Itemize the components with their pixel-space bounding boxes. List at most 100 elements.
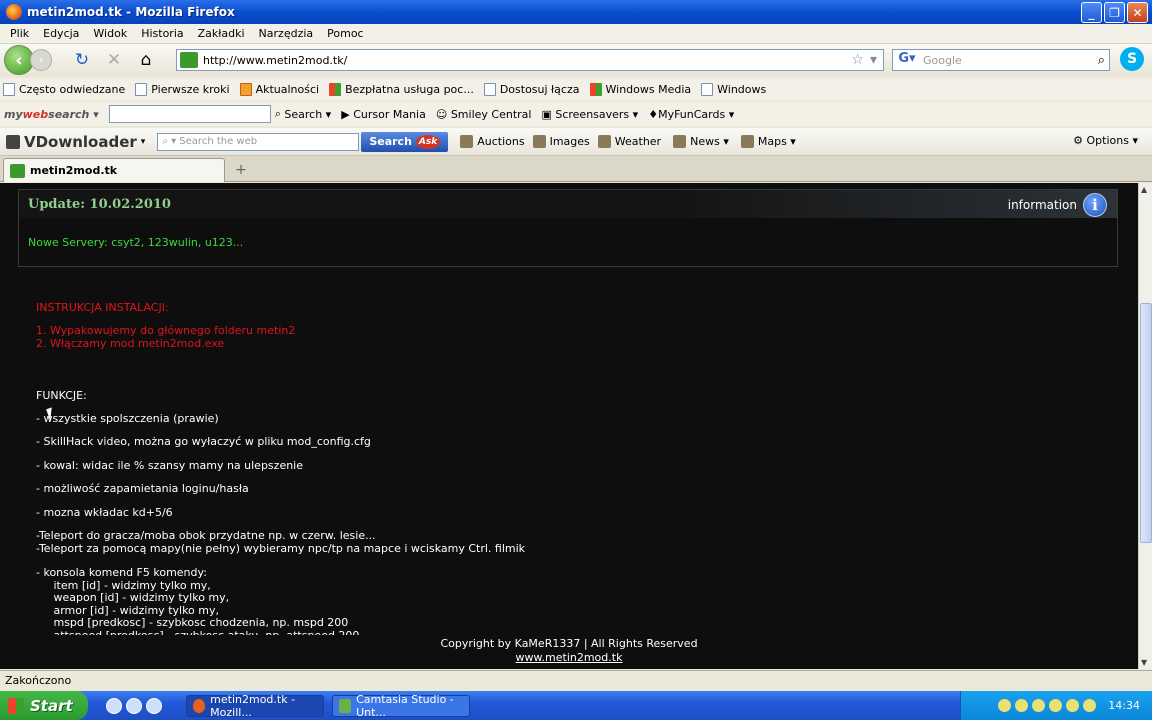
- bookmark-item[interactable]: Windows: [701, 82, 766, 96]
- search-bar[interactable]: G▾ Google ⌕: [892, 49, 1110, 71]
- function-item: mspd [predkosc] - szybkosc chodzenia, np…: [36, 616, 349, 629]
- images-button[interactable]: Images: [532, 135, 590, 148]
- url-input[interactable]: http://www.metin2mod.tk/: [203, 54, 851, 67]
- new-tab-button[interactable]: +: [230, 160, 252, 180]
- status-bar: Zakończono: [0, 670, 1152, 690]
- menu-pomoc[interactable]: Pomoc: [320, 27, 370, 40]
- tray-icon[interactable]: [998, 699, 1012, 712]
- scroll-down-arrow[interactable]: ▼: [1141, 658, 1147, 667]
- page-icon: [483, 82, 496, 96]
- vdownloader-search-input[interactable]: ⌕ ▾ Search the web: [157, 132, 360, 151]
- weather-button[interactable]: Weather: [597, 135, 661, 148]
- tray-icon[interactable]: [1049, 699, 1063, 712]
- ask-icon: Ask: [415, 134, 441, 149]
- function-item: - SkillHack video, można go wyłaczyć w p…: [36, 435, 371, 448]
- taskbar-item-camtasia[interactable]: Camtasia Studio - Unt...: [332, 693, 470, 719]
- scrollbar-thumb[interactable]: [1140, 303, 1152, 543]
- page-content: Update: 10.02.2010 information i Nowe Se…: [0, 183, 1138, 669]
- page-footer: Copyright by KaMeR1337 | All Rights Rese…: [0, 637, 1138, 665]
- dropdown-arrow-icon[interactable]: ▾: [870, 52, 877, 68]
- quicklaunch-icon[interactable]: [146, 697, 162, 714]
- function-item: attspeed [predkosc] - szybkosc ataku, np…: [36, 629, 359, 635]
- quicklaunch-icon[interactable]: [106, 697, 122, 714]
- close-button[interactable]: ✕: [1127, 2, 1148, 23]
- status-text: Zakończono: [5, 674, 72, 687]
- screensavers-button[interactable]: ▣ Screensavers ▾: [541, 108, 638, 121]
- reload-icon[interactable]: ↻: [70, 48, 94, 72]
- bookmark-star-icon[interactable]: ☆: [851, 52, 864, 68]
- gear-icon: ⚙: [1073, 134, 1084, 147]
- google-icon[interactable]: G▾: [895, 51, 919, 69]
- mywebsearch-search-button[interactable]: ⌕ Search ▾: [275, 107, 332, 121]
- bookmark-item[interactable]: Bezpłatna usługa poc...: [329, 82, 474, 96]
- bookmark-item[interactable]: Aktualności: [239, 82, 319, 96]
- footer-link[interactable]: www.metin2mod.tk: [516, 651, 623, 664]
- taskbar-item-firefox[interactable]: metin2mod.tk - Mozill...: [186, 693, 324, 719]
- smiley-central-button[interactable]: ☺ Smiley Central: [436, 108, 532, 121]
- menu-zakladki[interactable]: Zakładki: [191, 27, 252, 40]
- auctions-button[interactable]: Auctions: [460, 135, 525, 148]
- firefox-icon: [6, 4, 22, 20]
- vdownloader-brand[interactable]: VDownloader: [24, 133, 137, 151]
- mywebsearch-logo: mywebsearch ▾: [4, 107, 99, 121]
- search-input[interactable]: Google: [923, 54, 1098, 67]
- function-item: - wszystkie spolszczenia (prawie): [36, 412, 219, 425]
- windows-icon: [589, 82, 602, 96]
- search-icon[interactable]: ⌕: [1098, 53, 1105, 68]
- tray-icon[interactable]: [1083, 699, 1097, 712]
- tab-metin2mod[interactable]: metin2mod.tk: [3, 158, 225, 182]
- news-button[interactable]: News ▾: [673, 135, 729, 148]
- menu-widok[interactable]: Widok: [86, 27, 134, 40]
- quicklaunch-icon[interactable]: [126, 697, 142, 714]
- info-icon: i: [1083, 193, 1107, 217]
- news-icon: [673, 135, 687, 148]
- url-bar[interactable]: http://www.metin2mod.tk/ ☆ ▾: [176, 49, 884, 71]
- forward-button[interactable]: ›: [30, 49, 52, 71]
- scroll-up-arrow[interactable]: ▲: [1141, 185, 1147, 194]
- stop-icon[interactable]: ✕: [102, 48, 126, 72]
- update-box: Update: 10.02.2010 information i Nowe Se…: [18, 189, 1118, 267]
- maximize-button[interactable]: ❐: [1104, 2, 1125, 23]
- tray-icon[interactable]: [1066, 699, 1080, 712]
- tab-bar: metin2mod.tk +: [0, 156, 1152, 182]
- menu-plik[interactable]: Plik: [3, 27, 36, 40]
- dropdown-arrow-icon[interactable]: ▾: [141, 137, 146, 147]
- tray-icon[interactable]: [1015, 699, 1029, 712]
- install-step: 1. Wypakowujemy do głównego folderu meti…: [36, 324, 296, 337]
- rss-icon: [239, 82, 252, 96]
- vdownloader-toolbar: VDownloader ▾ ⌕ ▾ Search the web Search A…: [0, 128, 1152, 156]
- bookmark-item[interactable]: Dostosuj łącza: [483, 82, 580, 96]
- vdownloader-search-button[interactable]: Search Ask: [361, 131, 449, 152]
- maps-button[interactable]: Maps ▾: [740, 135, 796, 148]
- vertical-scrollbar[interactable]: ▲ ▼: [1138, 183, 1152, 669]
- start-button[interactable]: Start: [0, 691, 88, 720]
- bookmark-item[interactable]: Często odwiedzane: [3, 82, 125, 96]
- menu-narzedzia[interactable]: Narzędzia: [252, 27, 321, 40]
- bookmarks-toolbar: Często odwiedzane Pierwsze kroki Aktualn…: [0, 78, 1152, 100]
- minimize-button[interactable]: _: [1081, 2, 1102, 23]
- menu-historia[interactable]: Historia: [134, 27, 190, 40]
- myfuncards-button[interactable]: ♦ MyFunCards ▾: [648, 108, 734, 121]
- tray-icon[interactable]: [1032, 699, 1046, 712]
- install-heading: INSTRUKCJA INSTALACJI:: [36, 301, 169, 314]
- options-button[interactable]: ⚙ Options ▾: [1073, 134, 1138, 147]
- menu-edycja[interactable]: Edycja: [36, 27, 86, 40]
- windows-icon: [329, 82, 342, 96]
- function-item: - możliwość zapamietania loginu/hasła: [36, 482, 249, 495]
- bookmark-item[interactable]: Windows Media: [589, 82, 691, 96]
- clock[interactable]: 14:34: [1108, 699, 1140, 712]
- copyright-text: Copyright by KaMeR1337 | All Rights Rese…: [440, 637, 698, 650]
- mywebsearch-toolbar: mywebsearch ▾ ⌕ Search ▾ ▶ Cursor Mania …: [0, 102, 1152, 126]
- skype-icon[interactable]: S: [1120, 47, 1144, 71]
- window-titlebar[interactable]: metin2mod.tk - Mozilla Firefox _ ❐ ✕: [0, 0, 1152, 24]
- cursor-mania-button[interactable]: ▶ Cursor Mania: [341, 108, 426, 121]
- quick-launch: [106, 697, 162, 714]
- site-favicon: [180, 52, 198, 68]
- news-text: Nowe Servery: csyt2, 123wulin, u123...: [28, 236, 244, 249]
- information-link[interactable]: information i: [1008, 193, 1107, 217]
- bookmark-item[interactable]: Pierwsze kroki: [135, 82, 230, 96]
- mywebsearch-input[interactable]: [108, 105, 271, 123]
- firefox-icon: [193, 698, 206, 713]
- function-item: weapon [id] - widzimy tylko my,: [36, 591, 230, 604]
- home-icon[interactable]: ⌂: [134, 48, 158, 72]
